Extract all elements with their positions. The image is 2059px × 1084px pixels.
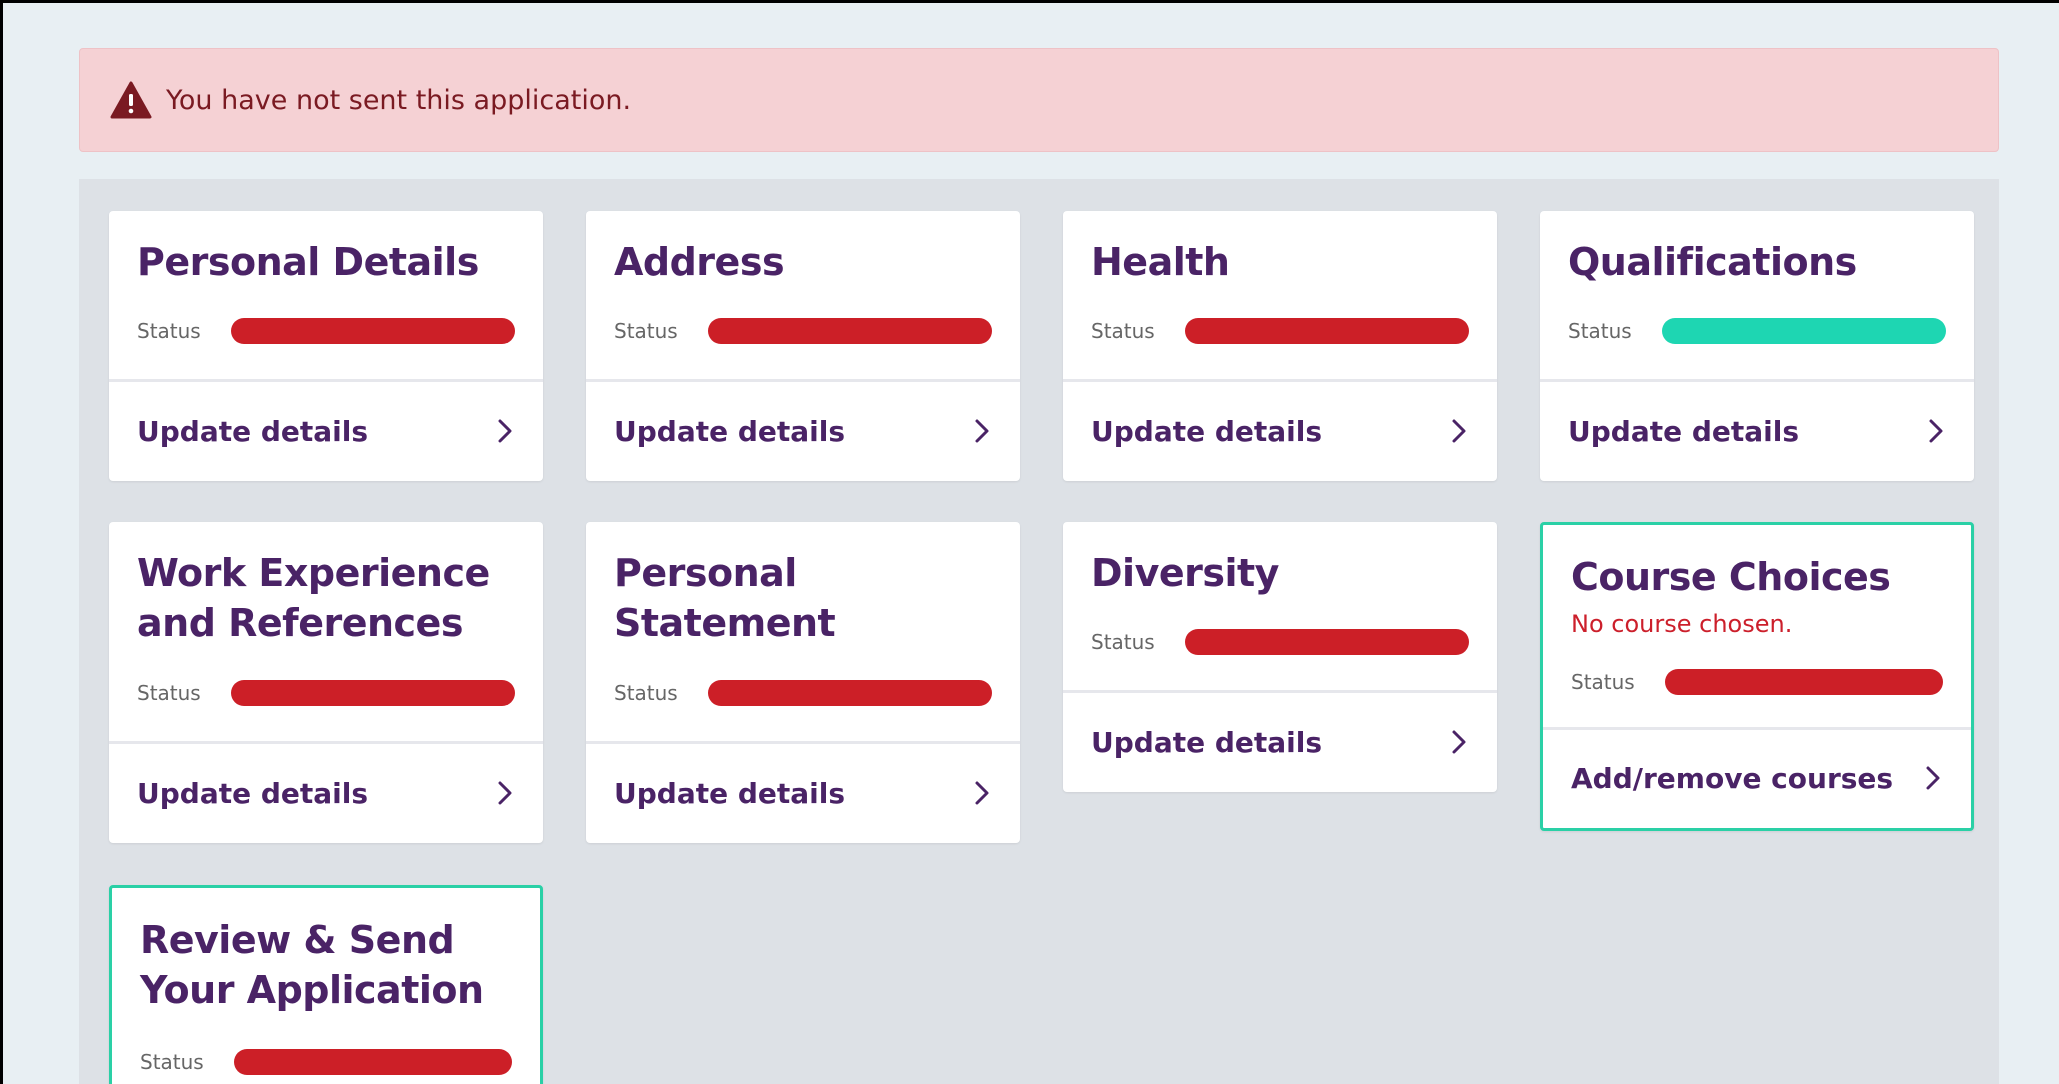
divider <box>586 741 1020 744</box>
status-row: Status <box>137 317 515 345</box>
status-row: Status <box>140 1048 512 1076</box>
sections-panel: Personal Details Status Update details A… <box>79 179 1999 1084</box>
divider <box>1063 379 1497 382</box>
divider <box>1063 690 1497 693</box>
card-title: Review & Send Your Application <box>140 918 484 1012</box>
status-label: Status <box>1568 319 1632 343</box>
card-personal-details: Personal Details Status Update details <box>109 211 543 481</box>
update-details-link[interactable]: Update details <box>614 411 992 451</box>
status-row: Status <box>1571 668 1943 696</box>
divider <box>109 741 543 744</box>
status-row: Status <box>137 679 515 707</box>
status-row: Status <box>1568 317 1946 345</box>
card-title: Qualifications <box>1568 240 1857 284</box>
card-address: Address Status Update details <box>586 211 1020 481</box>
status-row: Status <box>614 679 992 707</box>
action-label: Update details <box>1091 725 1323 759</box>
status-label: Status <box>137 319 201 343</box>
action-label: Update details <box>137 776 369 810</box>
chevron-right-icon <box>1452 419 1466 443</box>
card-title: Personal Statement <box>614 551 836 645</box>
status-label: Status <box>140 1050 204 1074</box>
card-review-send[interactable]: Review & Send Your Application Status <box>109 885 543 1084</box>
status-bar <box>231 318 515 344</box>
update-details-link[interactable]: Update details <box>137 411 515 451</box>
divider <box>586 379 1020 382</box>
status-bar <box>708 680 992 706</box>
card-title: Diversity <box>1091 551 1279 595</box>
card-title: Address <box>614 240 785 284</box>
card-course-choices: Course Choices No course chosen. Status … <box>1540 522 1974 831</box>
action-label: Update details <box>1091 414 1323 448</box>
action-label: Update details <box>614 414 846 448</box>
status-bar <box>231 680 515 706</box>
card-title: Personal Details <box>137 240 479 284</box>
status-row: Status <box>1091 317 1469 345</box>
status-bar <box>1185 629 1469 655</box>
card-health: Health Status Update details <box>1063 211 1497 481</box>
status-label: Status <box>1091 319 1155 343</box>
update-details-link[interactable]: Update details <box>137 773 515 813</box>
status-row: Status <box>614 317 992 345</box>
card-title: Health <box>1091 240 1230 284</box>
update-details-link[interactable]: Update details <box>1091 722 1469 762</box>
warning-icon <box>110 81 152 119</box>
card-title: Course Choices <box>1571 555 1891 599</box>
status-label: Status <box>137 681 201 705</box>
card-work-experience: Work Experience and References Status Up… <box>109 522 543 843</box>
update-details-link[interactable]: Update details <box>1091 411 1469 451</box>
chevron-right-icon <box>1929 419 1943 443</box>
chevron-right-icon <box>1452 730 1466 754</box>
card-title: Work Experience and References <box>137 551 490 645</box>
not-sent-alert: You have not sent this application. <box>79 48 1999 152</box>
no-course-message: No course chosen. <box>1571 610 1793 638</box>
chevron-right-icon <box>498 419 512 443</box>
status-label: Status <box>1091 630 1155 654</box>
divider <box>109 379 543 382</box>
chevron-right-icon <box>975 419 989 443</box>
status-bar <box>1185 318 1469 344</box>
status-bar <box>708 318 992 344</box>
card-qualifications: Qualifications Status Update details <box>1540 211 1974 481</box>
alert-text: You have not sent this application. <box>166 84 632 116</box>
update-details-link[interactable]: Update details <box>614 773 992 813</box>
update-details-link[interactable]: Update details <box>1568 411 1946 451</box>
chevron-right-icon <box>975 781 989 805</box>
action-label: Update details <box>137 414 369 448</box>
status-bar <box>1665 669 1943 695</box>
chevron-right-icon <box>498 781 512 805</box>
chevron-right-icon <box>1926 766 1940 790</box>
status-bar <box>1662 318 1946 344</box>
divider <box>1543 727 1971 730</box>
application-dashboard: You have not sent this application. Pers… <box>3 3 2059 1084</box>
status-label: Status <box>614 319 678 343</box>
status-label: Status <box>1571 670 1635 694</box>
action-label: Add/remove courses <box>1571 761 1894 795</box>
add-remove-courses-link[interactable]: Add/remove courses <box>1571 758 1943 798</box>
card-diversity: Diversity Status Update details <box>1063 522 1497 792</box>
action-label: Update details <box>1568 414 1800 448</box>
status-row: Status <box>1091 628 1469 656</box>
card-personal-statement: Personal Statement Status Update details <box>586 522 1020 843</box>
divider <box>1540 379 1974 382</box>
action-label: Update details <box>614 776 846 810</box>
status-label: Status <box>614 681 678 705</box>
status-bar <box>234 1049 512 1075</box>
